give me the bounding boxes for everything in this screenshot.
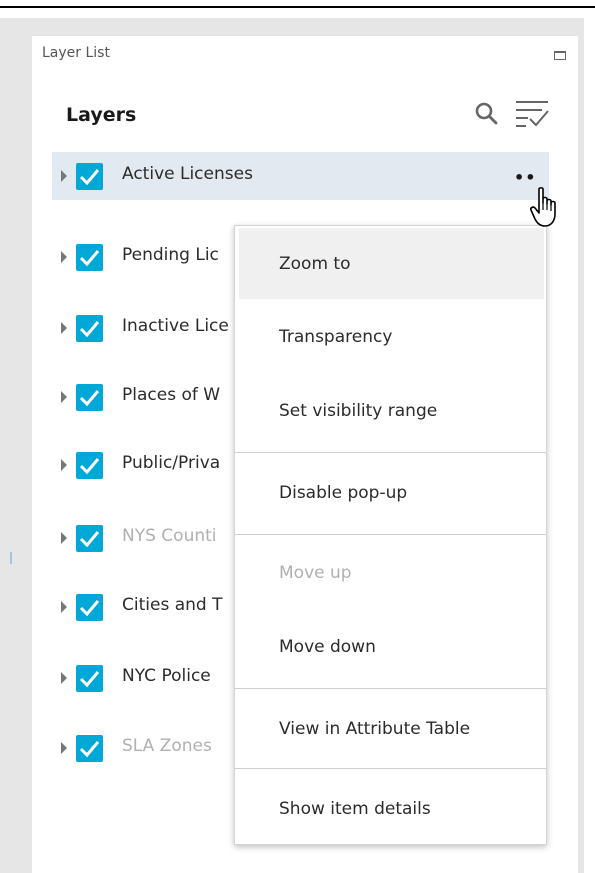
menu-item-item-details[interactable]: Show item details	[235, 772, 546, 846]
layer-visibility-checkbox[interactable]	[76, 244, 103, 271]
layer-row[interactable]: SLA Zones	[52, 724, 232, 772]
layer-visibility-checkbox[interactable]	[76, 525, 103, 552]
panel-title: Layer List	[42, 45, 110, 61]
checkmark-icon	[79, 250, 100, 267]
layer-label: Active Licenses	[122, 164, 253, 184]
menu-divider	[235, 688, 546, 689]
layer-label: NYS Counti	[122, 526, 217, 546]
layer-visibility-checkbox[interactable]	[76, 452, 103, 479]
checkmark-icon	[79, 741, 100, 758]
caret-right-icon[interactable]	[61, 170, 67, 182]
layer-visibility-checkbox[interactable]	[76, 735, 103, 762]
menu-item-transparency[interactable]: Transparency	[235, 300, 546, 374]
hand-pointer-icon	[530, 187, 556, 227]
layer-row[interactable]: NYS Counti	[52, 514, 232, 562]
layer-context-menu: Zoom to Transparency Set visibility rang…	[234, 225, 547, 845]
caret-right-icon[interactable]	[61, 601, 67, 613]
caret-right-icon[interactable]	[61, 322, 67, 334]
layer-row[interactable]: Cities and T	[52, 583, 232, 631]
layer-label: Inactive Lice	[122, 316, 229, 336]
checkmark-icon	[79, 671, 100, 688]
layer-visibility-checkbox[interactable]	[76, 163, 103, 190]
layer-label: NYC Police	[122, 666, 211, 686]
menu-item-move-up: Move up	[279, 563, 352, 583]
menu-item-disable-popup[interactable]: Disable pop-up	[235, 456, 546, 530]
layer-row[interactable]: NYC Police	[52, 654, 232, 702]
layer-row[interactable]: Public/Priva	[52, 441, 232, 489]
checkmark-icon	[79, 458, 100, 475]
top-border	[0, 6, 595, 8]
menu-item-move-down[interactable]: Move down	[235, 610, 546, 684]
caret-right-icon[interactable]	[61, 459, 67, 471]
layer-row[interactable]: Pending Lic	[52, 233, 232, 281]
menu-item-attribute-table[interactable]: View in Attribute Table	[235, 692, 546, 766]
checkmark-icon	[79, 531, 100, 548]
layer-row[interactable]: Places of W	[52, 373, 232, 421]
checkmark-icon	[79, 169, 100, 186]
menu-item-visibility-range[interactable]: Set visibility range	[235, 374, 546, 448]
caret-right-icon[interactable]	[61, 532, 67, 544]
checkmark-icon	[79, 390, 100, 407]
maximize-icon[interactable]	[554, 51, 566, 60]
layer-visibility-checkbox[interactable]	[76, 594, 103, 621]
layer-visibility-checkbox[interactable]	[76, 315, 103, 342]
caret-right-icon[interactable]	[61, 742, 67, 754]
layer-label: Cities and T	[122, 595, 223, 615]
caret-right-icon[interactable]	[61, 391, 67, 403]
layer-label: SLA Zones	[122, 736, 212, 756]
layer-visibility-checkbox[interactable]	[76, 384, 103, 411]
checkmark-icon	[79, 321, 100, 338]
map-edge-marker	[10, 552, 12, 564]
checkmark-icon	[79, 600, 100, 617]
menu-divider	[235, 534, 546, 535]
layer-row[interactable]: Inactive Lice	[52, 304, 232, 352]
search-icon[interactable]	[474, 101, 498, 125]
menu-divider	[235, 768, 546, 769]
layer-label: Places of W	[122, 385, 221, 405]
menu-divider	[235, 452, 546, 453]
layers-heading: Layers	[66, 104, 137, 126]
filter-list-icon[interactable]	[514, 98, 550, 130]
layer-row[interactable]: Active Licenses ••	[52, 152, 549, 200]
caret-right-icon[interactable]	[61, 672, 67, 684]
layer-label: Pending Lic	[122, 245, 219, 265]
menu-item-zoom-to[interactable]: Zoom to	[239, 228, 544, 299]
caret-right-icon[interactable]	[61, 251, 67, 263]
layer-label: Public/Priva	[122, 453, 221, 473]
ellipsis-icon[interactable]: ••	[514, 170, 536, 186]
layer-visibility-checkbox[interactable]	[76, 665, 103, 692]
